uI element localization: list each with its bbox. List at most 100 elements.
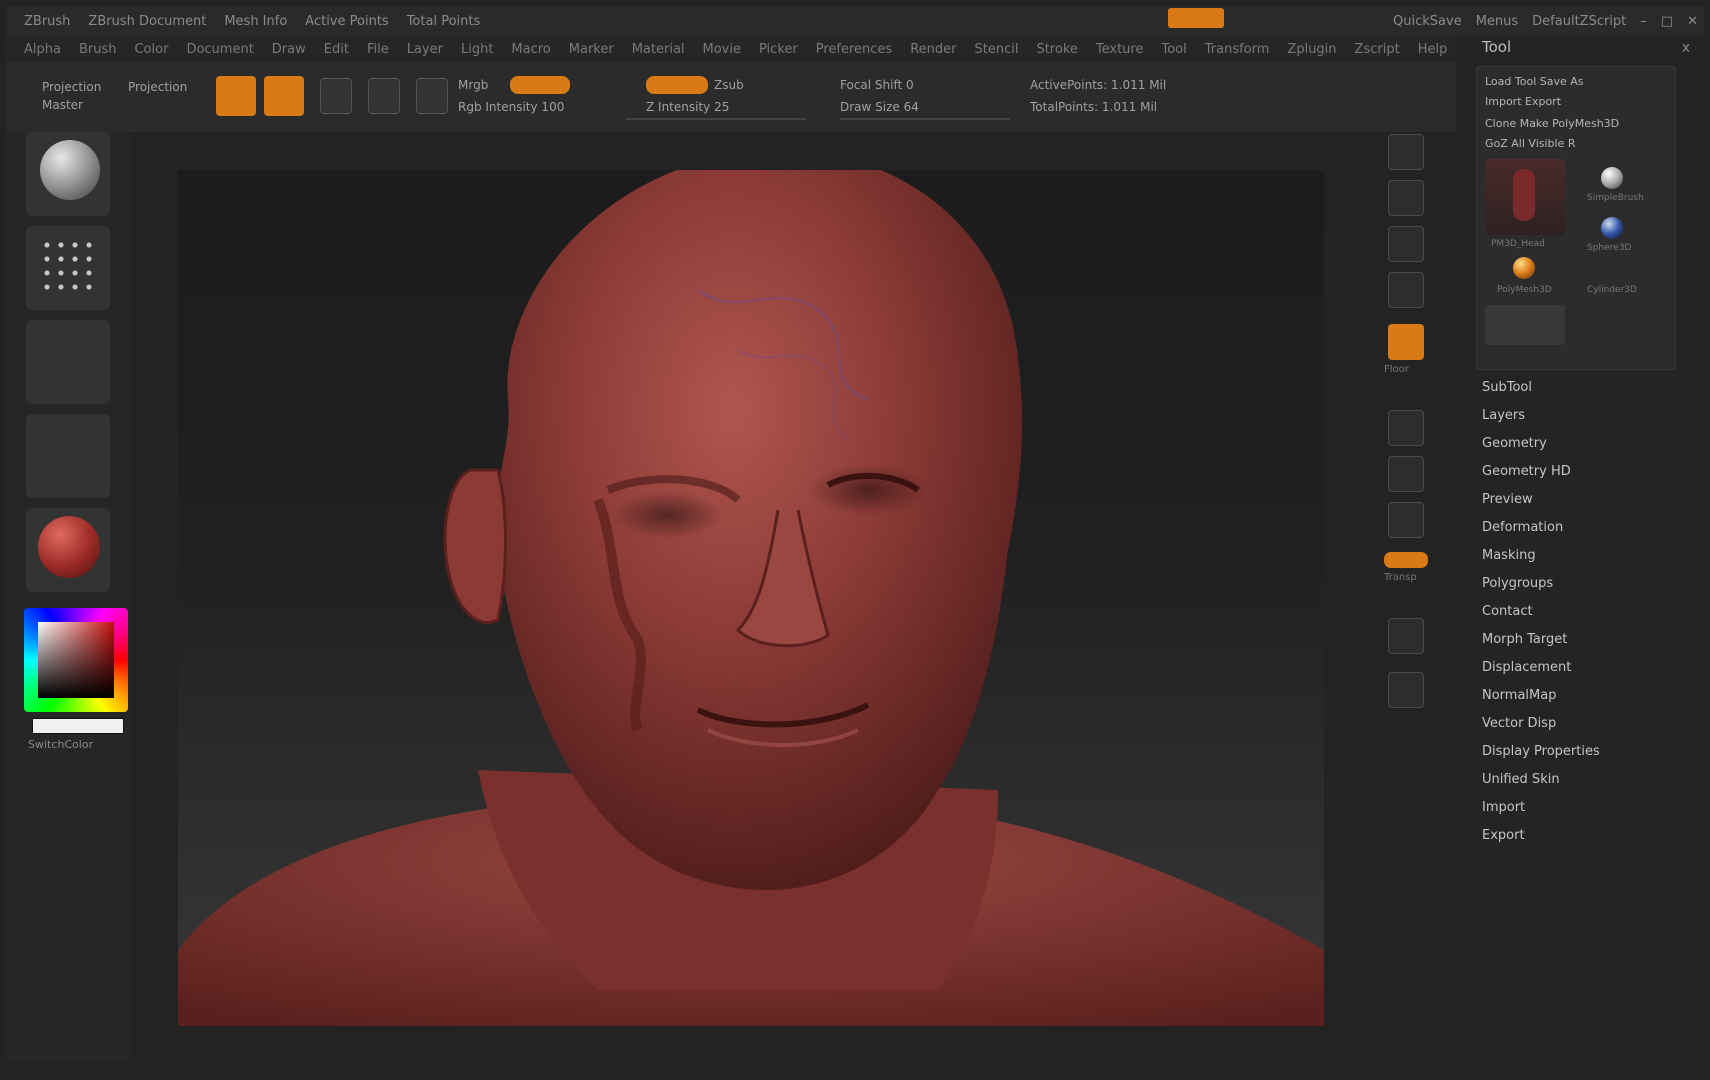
- load-save-row[interactable]: Load Tool Save As: [1485, 75, 1584, 88]
- display-properties-menu[interactable]: Display Properties: [1482, 744, 1600, 759]
- rgb-toggle[interactable]: [510, 76, 570, 94]
- menu-marker[interactable]: Marker: [569, 42, 614, 57]
- bpr-icon[interactable]: [1388, 134, 1424, 170]
- menu-document[interactable]: Document: [186, 42, 253, 57]
- polygroups-menu[interactable]: Polygroups: [1482, 576, 1553, 591]
- color-picker[interactable]: [24, 608, 128, 712]
- mrgb-label[interactable]: Mrgb: [458, 78, 488, 92]
- geometry-hd-menu[interactable]: Geometry HD: [1482, 464, 1571, 479]
- menu-movie[interactable]: Movie: [703, 42, 741, 57]
- menu-tool[interactable]: Tool: [1161, 42, 1186, 57]
- menu-preferences[interactable]: Preferences: [816, 42, 892, 57]
- zoom-icon[interactable]: [1388, 226, 1424, 262]
- current-tool-thumb[interactable]: [1485, 159, 1565, 235]
- brush-selector[interactable]: [26, 132, 110, 216]
- export-menu[interactable]: Export: [1482, 828, 1525, 843]
- default-zscript-button[interactable]: DefaultZScript: [1532, 14, 1626, 29]
- goz-row[interactable]: GoZ All Visible R: [1485, 137, 1576, 150]
- focal-shift-label[interactable]: Focal Shift 0: [840, 78, 914, 92]
- rgb-intensity-label[interactable]: Rgb Intensity 100: [458, 100, 564, 114]
- menu-texture[interactable]: Texture: [1096, 42, 1144, 57]
- stroke-selector[interactable]: [26, 226, 110, 310]
- frame-icon[interactable]: [1388, 502, 1424, 538]
- menu-color[interactable]: Color: [134, 42, 168, 57]
- local-icon[interactable]: [1388, 410, 1424, 446]
- normalmap-menu[interactable]: NormalMap: [1482, 688, 1556, 703]
- morph-target-menu[interactable]: Morph Target: [1482, 632, 1567, 647]
- zadd-toggle[interactable]: [646, 76, 708, 94]
- projection-master-label[interactable]: Projection: [42, 80, 101, 94]
- menu-material[interactable]: Material: [632, 42, 685, 57]
- menu-help[interactable]: Help: [1418, 42, 1448, 57]
- app-title: ZBrush: [24, 13, 71, 29]
- document-canvas[interactable]: [178, 170, 1324, 1026]
- preview-menu[interactable]: Preview: [1482, 492, 1533, 507]
- draw-mode-button[interactable]: [264, 76, 304, 116]
- z-intensity-label[interactable]: Z Intensity 25: [646, 100, 729, 114]
- scale-icon[interactable]: [368, 78, 400, 114]
- menu-transform[interactable]: Transform: [1205, 42, 1270, 57]
- menu-render[interactable]: Render: [910, 42, 956, 57]
- menu-file[interactable]: File: [367, 42, 389, 57]
- unified-skin-menu[interactable]: Unified Skin: [1482, 772, 1560, 787]
- menu-edit[interactable]: Edit: [324, 42, 349, 57]
- xpose-icon[interactable]: [1388, 672, 1424, 708]
- tool-palette-title[interactable]: Tool: [1482, 38, 1511, 56]
- quicksave-button-highlight[interactable]: [1168, 8, 1224, 28]
- clone-row[interactable]: Clone Make PolyMesh3D: [1485, 117, 1619, 130]
- draw-size-slider[interactable]: [840, 118, 1010, 120]
- alpha-selector[interactable]: [26, 320, 110, 404]
- deformation-menu[interactable]: Deformation: [1482, 520, 1563, 535]
- palette-close-icon[interactable]: x: [1682, 40, 1690, 56]
- move-icon[interactable]: [320, 78, 352, 114]
- polymesh-star-icon[interactable]: [1513, 257, 1535, 279]
- import-export-row[interactable]: Import Export: [1485, 95, 1561, 108]
- actual-size-icon[interactable]: [1388, 272, 1424, 308]
- menu-stroke[interactable]: Stroke: [1036, 42, 1077, 57]
- secondary-color-swatch[interactable]: [32, 718, 124, 734]
- xyz-icon[interactable]: [1388, 456, 1424, 492]
- menu-zscript[interactable]: Zscript: [1355, 42, 1400, 57]
- import-menu[interactable]: Import: [1482, 800, 1525, 815]
- displacement-menu[interactable]: Displacement: [1482, 660, 1571, 675]
- quicksave-button[interactable]: QuickSave: [1393, 14, 1462, 29]
- geometry-menu[interactable]: Geometry: [1482, 436, 1547, 451]
- masking-menu[interactable]: Masking: [1482, 548, 1536, 563]
- zsub-label[interactable]: Zsub: [714, 78, 744, 92]
- master-label[interactable]: Master: [42, 98, 83, 112]
- maximize-icon[interactable]: □: [1661, 14, 1673, 29]
- solo-icon[interactable]: [1388, 618, 1424, 654]
- layers-menu[interactable]: Layers: [1482, 408, 1525, 423]
- texture-selector[interactable]: [26, 414, 110, 498]
- rotate-icon[interactable]: [416, 78, 448, 114]
- menu-brush[interactable]: Brush: [79, 42, 117, 57]
- switch-color-label[interactable]: SwitchColor: [28, 738, 93, 751]
- contact-menu[interactable]: Contact: [1482, 604, 1533, 619]
- menu-alpha[interactable]: Alpha: [24, 42, 61, 57]
- menu-light[interactable]: Light: [461, 42, 493, 57]
- menu-zplugin[interactable]: Zplugin: [1287, 42, 1336, 57]
- draw-size-label[interactable]: Draw Size 64: [840, 100, 919, 114]
- polyf-toggle[interactable]: [1384, 552, 1428, 568]
- sphere3d-icon[interactable]: [1601, 217, 1623, 239]
- menu-macro[interactable]: Macro: [511, 42, 550, 57]
- scroll-icon[interactable]: [1388, 180, 1424, 216]
- tool-slot-empty[interactable]: [1485, 305, 1565, 345]
- z-intensity-slider[interactable]: [626, 118, 806, 120]
- minimize-icon[interactable]: –: [1640, 14, 1647, 29]
- lightbox-label[interactable]: Projection: [128, 80, 187, 94]
- menu-stencil[interactable]: Stencil: [974, 42, 1018, 57]
- left-eye-socket: [613, 491, 723, 539]
- material-selector[interactable]: [26, 508, 110, 592]
- persp-icon[interactable]: [1388, 324, 1424, 360]
- subtool-menu[interactable]: SubTool: [1482, 380, 1532, 395]
- menu-picker[interactable]: Picker: [759, 42, 798, 57]
- menu-draw[interactable]: Draw: [272, 42, 306, 57]
- vector-disp-menu[interactable]: Vector Disp: [1482, 716, 1556, 731]
- menus-toggle[interactable]: Menus: [1476, 14, 1518, 29]
- close-icon[interactable]: ✕: [1687, 14, 1698, 29]
- edit-mode-button[interactable]: [216, 76, 256, 116]
- color-picker-square[interactable]: [38, 622, 114, 698]
- menu-layer[interactable]: Layer: [407, 42, 443, 57]
- simple-brush-icon[interactable]: [1601, 167, 1623, 189]
